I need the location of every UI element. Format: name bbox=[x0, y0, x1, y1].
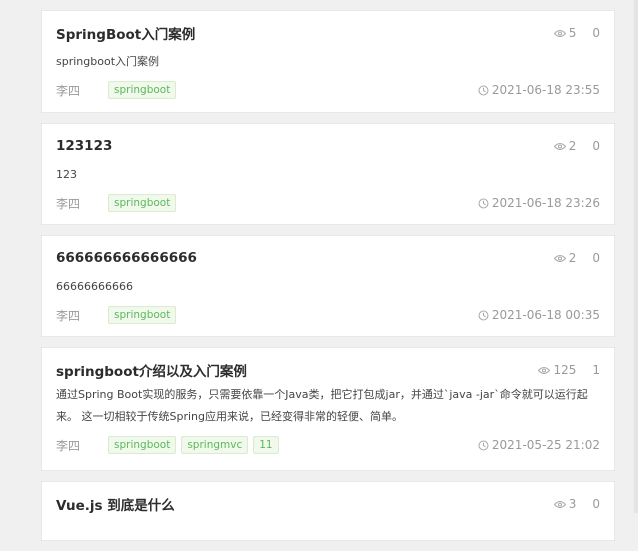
tag[interactable]: 11 bbox=[253, 436, 279, 454]
clock-icon bbox=[478, 310, 489, 320]
article-summary: 66666666666 bbox=[56, 280, 133, 293]
article-summary: 123 bbox=[56, 168, 77, 181]
article-card[interactable]: 666666666666666 2 0 66666666666 李四 sprin… bbox=[41, 235, 615, 337]
author-name[interactable]: 李四 bbox=[56, 82, 108, 99]
eye-icon bbox=[538, 366, 551, 374]
view-count: 2 bbox=[568, 139, 577, 153]
eye-icon bbox=[553, 500, 566, 508]
date-text: 2021-06-18 23:55 bbox=[491, 83, 600, 97]
clock-icon bbox=[478, 198, 489, 208]
article-stats: 125 1 bbox=[538, 363, 600, 377]
author-name[interactable]: 李四 bbox=[56, 195, 108, 212]
article-card[interactable]: SpringBoot入门案例 5 0 springboot入门案例 李四 spr… bbox=[41, 10, 615, 113]
view-count: 5 bbox=[568, 26, 577, 40]
clock-icon bbox=[478, 440, 489, 450]
date-text: 2021-06-18 23:26 bbox=[491, 196, 600, 210]
article-title[interactable]: Vue.js 到底是什么 bbox=[56, 494, 175, 514]
comment-count: 1 bbox=[592, 363, 600, 377]
post-date: 2021-06-18 23:55 bbox=[478, 83, 600, 97]
article-stats: 2 0 bbox=[553, 139, 600, 153]
eye-icon bbox=[553, 254, 566, 262]
article-stats: 2 0 bbox=[553, 251, 600, 265]
tag[interactable]: springboot bbox=[108, 436, 177, 454]
article-title[interactable]: SpringBoot入门案例 bbox=[56, 23, 195, 43]
article-title[interactable]: 123123 bbox=[56, 138, 112, 154]
comment-count: 0 bbox=[592, 497, 600, 511]
article-summary: 通过Spring Boot实现的服务，只需要依靠一个Java类，把它打包成jar… bbox=[56, 388, 588, 423]
article-card[interactable]: springboot介绍以及入门案例 125 1 通过Spring Boot实现… bbox=[41, 347, 615, 471]
article-stats: 5 0 bbox=[553, 26, 600, 40]
author-name[interactable]: 李四 bbox=[56, 437, 108, 454]
eye-icon bbox=[553, 29, 566, 37]
comment-count: 0 bbox=[592, 251, 600, 265]
article-card[interactable]: 123123 2 0 123 李四 springboot 2021-06-18 … bbox=[41, 123, 615, 225]
article-list: SpringBoot入门案例 5 0 springboot入门案例 李四 spr… bbox=[41, 10, 615, 551]
tag[interactable]: springboot bbox=[108, 81, 177, 99]
article-title[interactable]: springboot介绍以及入门案例 bbox=[56, 360, 247, 380]
author-name[interactable]: 李四 bbox=[56, 307, 108, 324]
date-text: 2021-06-18 00:35 bbox=[491, 308, 600, 322]
comment-count: 0 bbox=[592, 139, 600, 153]
view-count: 125 bbox=[553, 363, 577, 377]
date-text: 2021-05-25 21:02 bbox=[491, 438, 600, 452]
view-count: 2 bbox=[568, 251, 577, 265]
eye-icon bbox=[553, 142, 566, 150]
clock-icon bbox=[478, 85, 489, 95]
post-date: 2021-06-18 23:26 bbox=[478, 196, 600, 210]
article-summary: springboot入门案例 bbox=[56, 55, 160, 68]
comment-count: 0 bbox=[592, 26, 600, 40]
tag[interactable]: springboot bbox=[108, 306, 177, 324]
article-stats: 3 0 bbox=[553, 497, 600, 511]
article-title[interactable]: 666666666666666 bbox=[56, 250, 197, 266]
tag[interactable]: springmvc bbox=[181, 436, 249, 454]
view-count: 3 bbox=[568, 497, 577, 511]
post-date: 2021-06-18 00:35 bbox=[478, 308, 600, 322]
page-scroll-edge bbox=[634, 0, 638, 513]
post-date: 2021-05-25 21:02 bbox=[478, 438, 600, 452]
article-card[interactable]: Vue.js 到底是什么 3 0 bbox=[41, 481, 615, 541]
tag[interactable]: springboot bbox=[108, 194, 177, 212]
